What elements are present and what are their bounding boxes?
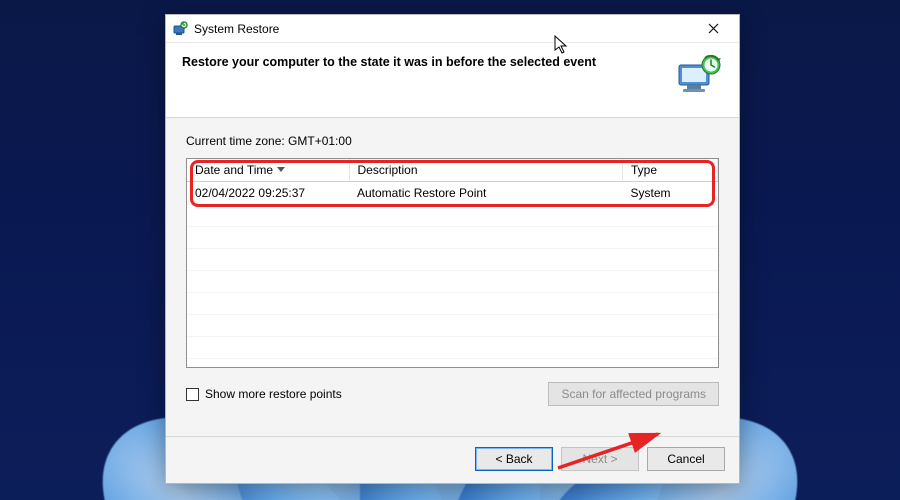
close-button[interactable] <box>693 18 733 40</box>
wizard-heading: Restore your computer to the state it wa… <box>182 55 663 69</box>
restore-hero-icon <box>675 55 723 97</box>
system-restore-icon <box>172 21 188 37</box>
show-more-label: Show more restore points <box>205 387 342 401</box>
cell-date: 02/04/2022 09:25:37 <box>187 182 349 205</box>
next-button: Next > <box>561 447 639 471</box>
column-header-type[interactable]: Type <box>623 159 718 182</box>
wizard-footer: < Back Next > Cancel <box>166 436 739 483</box>
column-header-description[interactable]: Description <box>349 159 623 182</box>
wizard-body: Current time zone: GMT+01:00 Date and Ti… <box>166 118 739 436</box>
cell-type: System <box>623 182 718 205</box>
restore-points-table[interactable]: Date and Time Description Type 02/04/202… <box>186 158 719 368</box>
wizard-header: Restore your computer to the state it wa… <box>166 43 739 118</box>
column-header-date[interactable]: Date and Time <box>187 159 349 182</box>
window-title: System Restore <box>194 22 279 36</box>
checkbox-icon <box>186 388 199 401</box>
system-restore-window: System Restore Restore your computer to … <box>165 14 740 484</box>
titlebar[interactable]: System Restore <box>166 15 739 43</box>
table-row[interactable]: 02/04/2022 09:25:37 Automatic Restore Po… <box>187 182 718 205</box>
cancel-button[interactable]: Cancel <box>647 447 725 471</box>
back-button[interactable]: < Back <box>475 447 553 471</box>
timezone-label: Current time zone: GMT+01:00 <box>186 134 719 148</box>
cell-description: Automatic Restore Point <box>349 182 623 205</box>
scan-affected-programs-button: Scan for affected programs <box>548 382 719 406</box>
close-icon <box>708 21 719 37</box>
show-more-checkbox[interactable]: Show more restore points <box>186 387 342 401</box>
